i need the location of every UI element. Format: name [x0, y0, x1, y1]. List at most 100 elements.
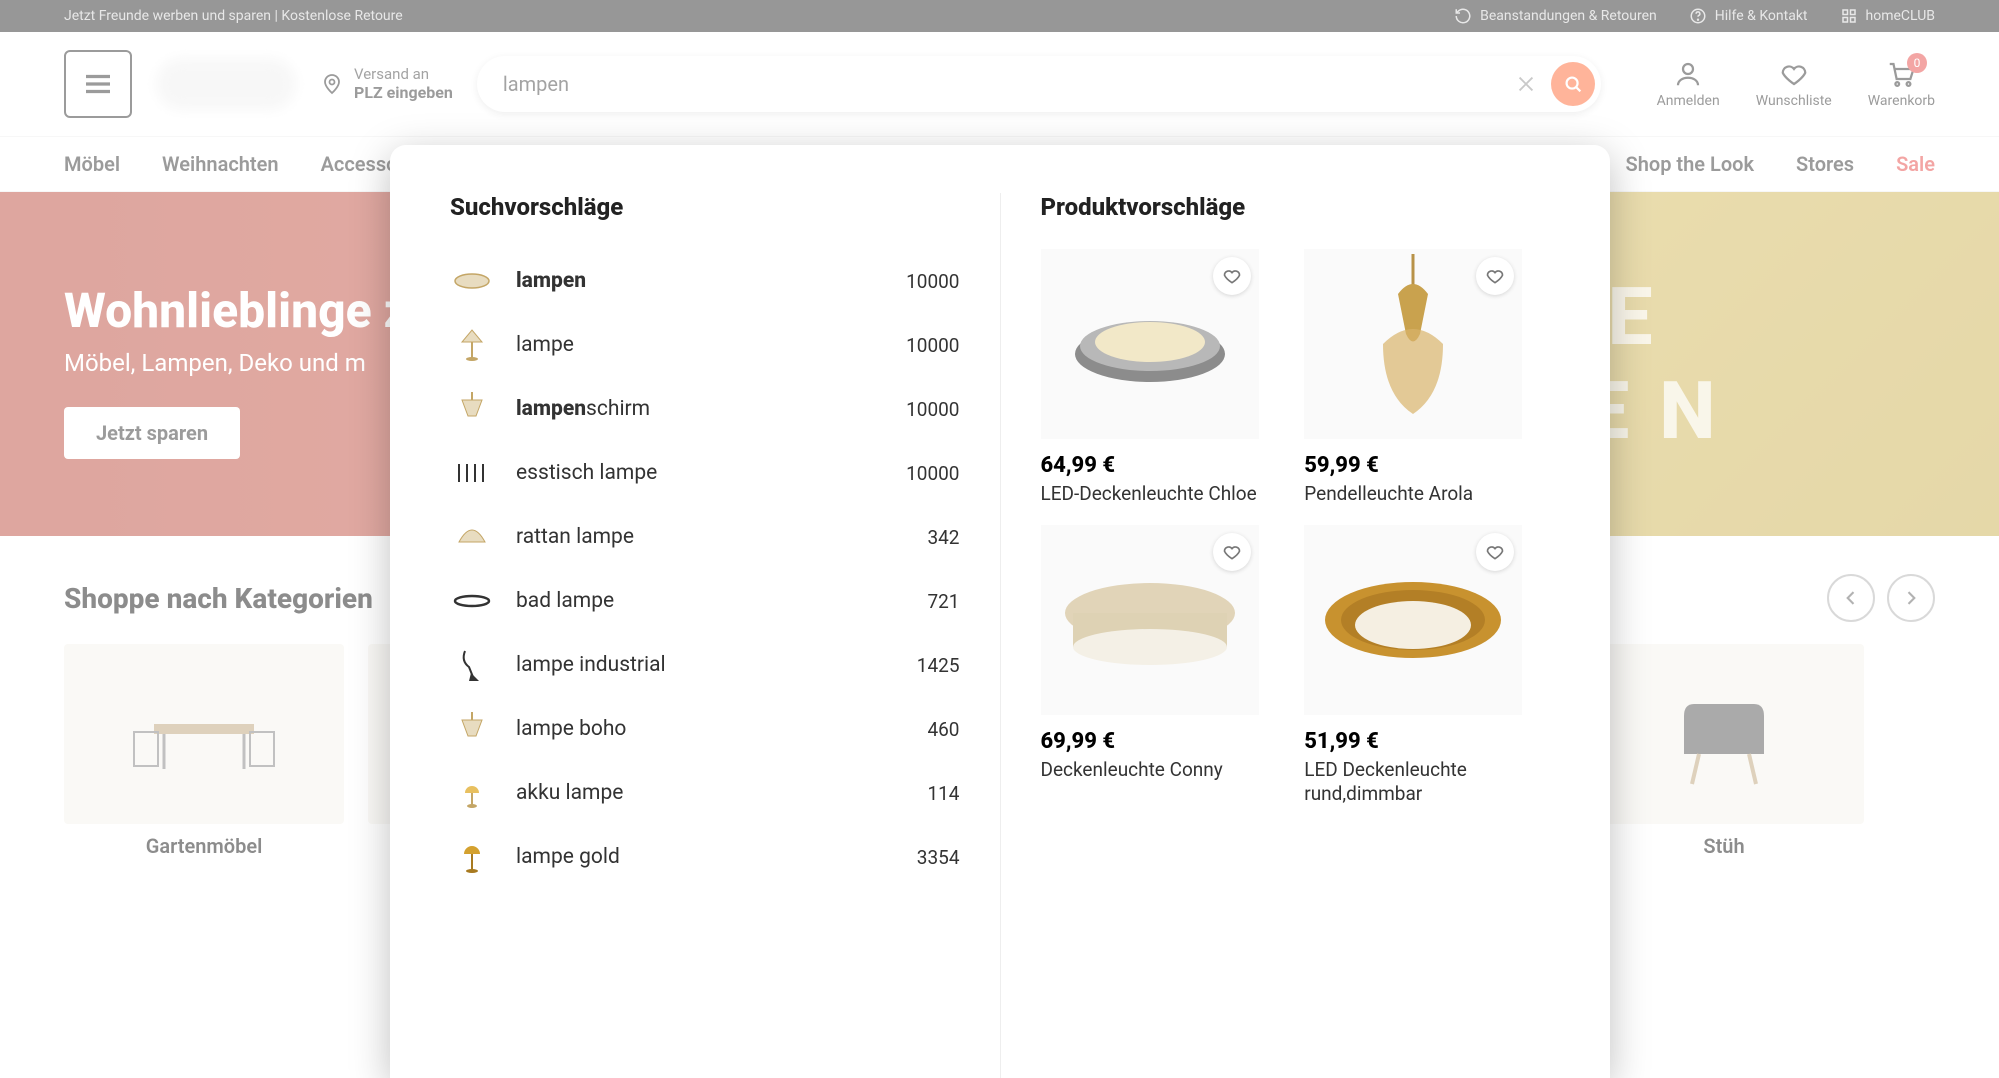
login-label: Anmelden: [1657, 93, 1720, 109]
lamp-icon: [450, 263, 494, 299]
wishlist-button[interactable]: [1213, 257, 1251, 295]
product-image: [1041, 525, 1259, 715]
cart-link[interactable]: 0 Warenkorb: [1868, 59, 1935, 109]
product-price: 69,99 €: [1041, 729, 1287, 754]
heart-icon: [1222, 542, 1242, 562]
wishlist-button[interactable]: [1476, 257, 1514, 295]
suggestion-term: lampe: [516, 333, 884, 357]
suggestion-item[interactable]: lampen 10000: [450, 249, 960, 313]
suggestion-item[interactable]: lampe industrial1425: [450, 633, 960, 697]
search-button[interactable]: [1551, 62, 1595, 106]
lamp-icon: [450, 839, 494, 875]
nav-item-moebel[interactable]: Möbel: [64, 152, 120, 176]
suggestion-term: bad lampe: [516, 589, 905, 613]
cart-label: Warenkorb: [1868, 93, 1935, 109]
product-price: 51,99 €: [1304, 729, 1550, 754]
ship-to[interactable]: Versand an PLZ eingeben: [320, 65, 453, 104]
chevron-left-icon: [1841, 588, 1861, 608]
lamp-icon: [450, 327, 494, 363]
nav-item-weihnachten[interactable]: Weihnachten: [162, 152, 279, 176]
product-card[interactable]: 51,99 €LED Deckenleuchte rund,dimmbar: [1304, 525, 1550, 807]
lamp-icon: [450, 391, 494, 427]
product-image: [1304, 525, 1522, 715]
heart-icon: [1222, 266, 1242, 286]
product-card[interactable]: 59,99 € Pendelleuchte Arola: [1304, 249, 1550, 507]
product-card[interactable]: 69,99 € Deckenleuchte Conny: [1041, 525, 1287, 807]
undo-icon: [1454, 7, 1472, 25]
top-bar-right: Beanstandungen & Retouren Hilfe & Kontak…: [1454, 7, 1935, 25]
hero-cta-button[interactable]: Jetzt sparen: [64, 407, 240, 459]
promo-text: Jetzt Freunde werben und sparen | Kosten…: [64, 8, 1454, 24]
category-label: Stüh: [1584, 834, 1864, 858]
shipto-label: Versand an: [354, 65, 453, 84]
header-icons: Anmelden Wunschliste 0 Warenkorb: [1657, 59, 1935, 109]
lamp-icon: [450, 583, 494, 619]
search-icon: [1562, 73, 1584, 95]
suggestion-count: 10000: [906, 334, 959, 357]
wishlist-label: Wunschliste: [1756, 93, 1832, 109]
suggestion-item[interactable]: lampe gold3354: [450, 825, 960, 889]
grid-icon: [1840, 7, 1858, 25]
wishlist-button[interactable]: [1213, 533, 1251, 571]
shipto-value: PLZ eingeben: [354, 83, 453, 103]
lamp-icon: [450, 775, 494, 811]
products-title: Produktvorschläge: [1041, 193, 1551, 221]
heart-icon: [1485, 542, 1505, 562]
suggestion-count: 114: [927, 782, 959, 805]
suggestion-item[interactable]: rattan lampe342: [450, 505, 960, 569]
nav-item-stores[interactable]: Stores: [1796, 152, 1854, 176]
heart-icon: [1485, 266, 1505, 286]
help-label: Hilfe & Kontakt: [1715, 8, 1808, 24]
user-icon: [1673, 59, 1703, 89]
carousel-next-button[interactable]: [1887, 574, 1935, 622]
product-name: Deckenleuchte Conny: [1041, 758, 1259, 783]
suggestion-count: 10000: [906, 270, 959, 293]
suggestion-term: lampe industrial: [516, 653, 895, 677]
suggestion-item[interactable]: lampe 10000: [450, 313, 960, 377]
header: Versand an PLZ eingeben Anmelden Wunschl…: [0, 32, 1999, 136]
suggestion-count: 342: [927, 526, 959, 549]
category-image: [64, 644, 344, 824]
product-price: 64,99 €: [1041, 453, 1287, 478]
logo[interactable]: [156, 58, 296, 110]
club-link[interactable]: homeCLUB: [1840, 7, 1935, 25]
suggestion-term: esstisch lampe: [516, 461, 884, 485]
nav-item-sale[interactable]: Sale: [1896, 152, 1935, 176]
suggestion-term: lampenschirm: [516, 397, 884, 421]
suggestions-title: Suchvorschläge: [450, 193, 960, 221]
category-label: Gartenmöbel: [64, 834, 344, 858]
login-link[interactable]: Anmelden: [1657, 59, 1720, 109]
product-image: [1041, 249, 1259, 439]
wishlist-button[interactable]: [1476, 533, 1514, 571]
suggestion-term: lampen: [516, 269, 884, 293]
lamp-icon: [450, 647, 494, 683]
menu-icon: [80, 66, 116, 102]
carousel-prev-button[interactable]: [1827, 574, 1875, 622]
lamp-icon: [450, 455, 494, 491]
pin-icon: [320, 72, 344, 96]
suggestion-count: 460: [927, 718, 959, 741]
suggestion-item[interactable]: lampe boho460: [450, 697, 960, 761]
menu-button[interactable]: [64, 50, 132, 118]
clear-search-icon[interactable]: [1515, 73, 1537, 95]
product-card[interactable]: 64,99 €LED-Deckenleuchte Chloe: [1041, 249, 1287, 507]
club-label: homeCLUB: [1866, 8, 1935, 24]
category-tile[interactable]: Stüh: [1584, 644, 1864, 858]
lamp-icon: [450, 711, 494, 747]
wishlist-link[interactable]: Wunschliste: [1756, 59, 1832, 109]
suggestion-item[interactable]: akku lampe 114: [450, 761, 960, 825]
suggestion-item[interactable]: esstisch lampe 10000: [450, 441, 960, 505]
returns-link[interactable]: Beanstandungen & Retouren: [1454, 7, 1657, 25]
product-name: Pendelleuchte Arola: [1304, 482, 1522, 507]
suggestion-count: 10000: [906, 462, 959, 485]
search-input[interactable]: [503, 72, 1501, 96]
help-link[interactable]: Hilfe & Kontakt: [1689, 7, 1808, 25]
heart-icon: [1779, 59, 1809, 89]
cart-badge: 0: [1907, 53, 1927, 73]
category-tile[interactable]: Gartenmöbel: [64, 644, 344, 858]
suggestion-item[interactable]: bad lampe721: [450, 569, 960, 633]
suggestion-item[interactable]: lampenschirm10000: [450, 377, 960, 441]
suggestion-term: akku lampe: [516, 781, 905, 805]
product-price: 59,99 €: [1304, 453, 1550, 478]
nav-item-shop-the-look[interactable]: Shop the Look: [1626, 152, 1755, 176]
